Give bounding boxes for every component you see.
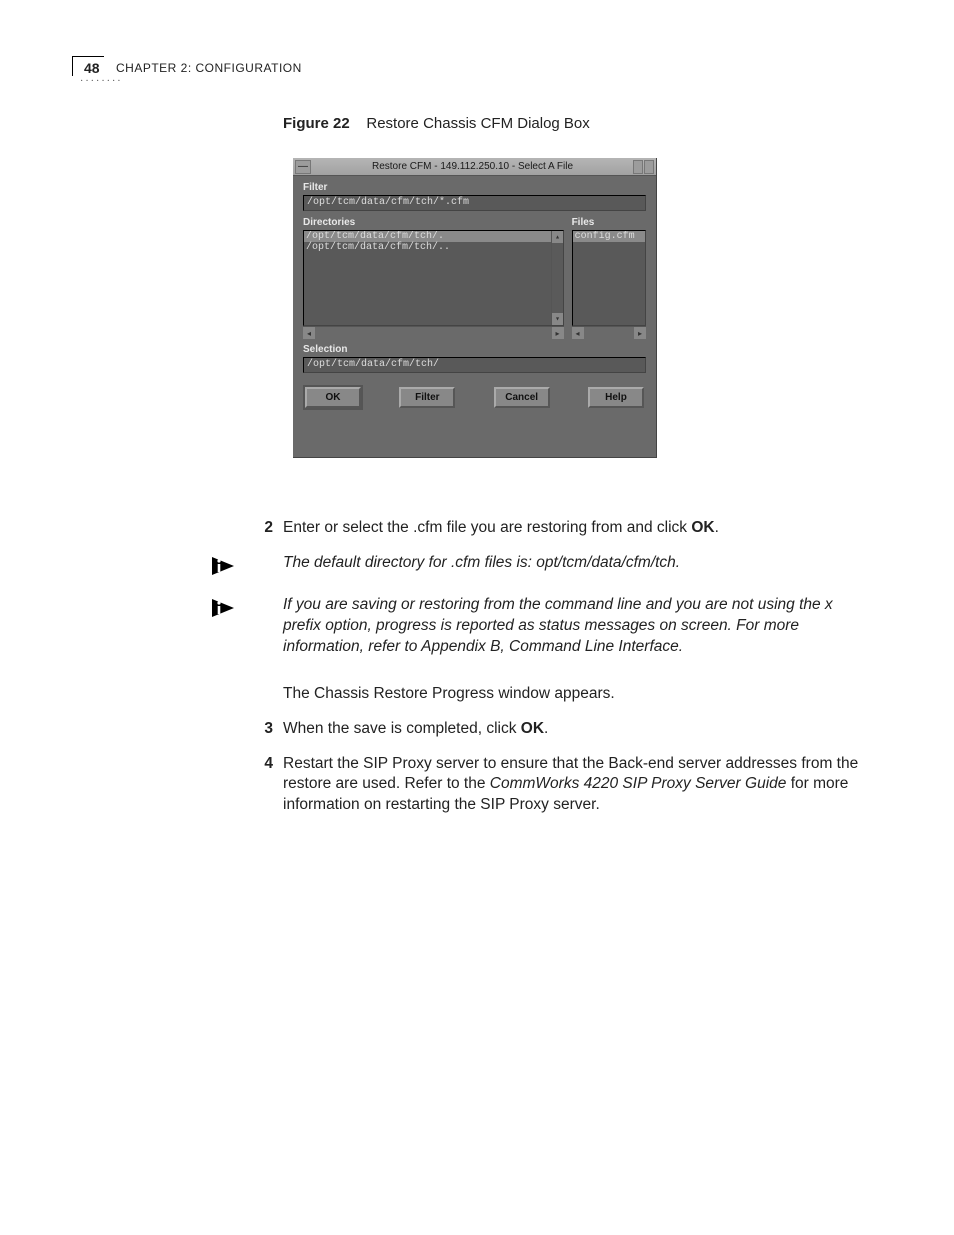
maximize-icon[interactable] (644, 160, 654, 174)
cancel-button[interactable]: Cancel (494, 387, 550, 408)
selection-label: Selection (303, 344, 656, 355)
note-text: The default directory for .cfm files is:… (283, 553, 866, 574)
filter-label: Filter (303, 182, 656, 193)
note-1: The default directory for .cfm files is:… (210, 553, 866, 577)
figure-caption-text: Restore Chassis CFM Dialog Box (366, 115, 589, 132)
list-item[interactable]: config.cfm (573, 231, 645, 242)
filter-button[interactable]: Filter (399, 387, 455, 408)
scroll-right-icon[interactable]: ▸ (634, 327, 646, 339)
step-number: 3 (210, 719, 283, 740)
info-icon (210, 555, 236, 577)
dialog-title: Restore CFM - 149.112.250.10 - Select A … (313, 161, 632, 172)
note-2: If you are saving or restoring from the … (210, 595, 866, 658)
ok-button[interactable]: OK (305, 387, 361, 408)
scroll-up-icon[interactable]: ▴ (552, 231, 564, 243)
scroll-left-icon[interactable]: ◂ (303, 327, 315, 339)
guide-title: CommWorks 4220 SIP Proxy Server Guide (490, 775, 787, 792)
body-content: 2 Enter or select the .cfm file you are … (210, 518, 866, 830)
step-text: Enter or select the .cfm file you are re… (283, 519, 691, 536)
selection-input[interactable]: /opt/tcm/data/cfm/tch/ (303, 357, 646, 373)
scrollbar-horizontal[interactable]: ◂ ▸ (572, 326, 646, 338)
help-button[interactable]: Help (588, 387, 644, 408)
list-item[interactable]: /opt/tcm/data/cfm/tch/. (304, 231, 563, 242)
header-dots: ········ (80, 76, 123, 87)
step-number: 4 (210, 754, 283, 817)
figure-caption: Figure 22 Restore Chassis CFM Dialog Box (283, 115, 590, 132)
directories-label: Directories (303, 217, 564, 228)
scroll-down-icon[interactable]: ▾ (552, 313, 564, 325)
scrollbar-vertical[interactable]: ▴ ▾ (551, 231, 563, 325)
ok-text: OK (691, 519, 714, 536)
filter-input[interactable]: /opt/tcm/data/cfm/tch/*.cfm (303, 195, 646, 211)
files-listbox[interactable]: config.cfm (572, 230, 646, 326)
note-text: If you are saving or restoring from the … (283, 595, 866, 658)
step-text: When the save is completed, click (283, 720, 521, 737)
ok-text: OK (521, 720, 544, 737)
step-number: 2 (210, 518, 283, 539)
progress-text: The Chassis Restore Progress window appe… (283, 684, 866, 705)
step-4: 4 Restart the SIP Proxy server to ensure… (210, 754, 866, 817)
info-icon (210, 597, 236, 619)
figure-label: Figure 22 (283, 115, 350, 132)
window-menu-icon[interactable]: — (295, 160, 311, 174)
dialog-titlebar[interactable]: — Restore CFM - 149.112.250.10 - Select … (293, 158, 656, 176)
page-number: 48 (84, 60, 100, 76)
step-3: 3 When the save is completed, click OK. (210, 719, 866, 740)
scroll-right-icon[interactable]: ▸ (552, 327, 564, 339)
files-label: Files (572, 217, 646, 228)
restore-cfm-dialog: — Restore CFM - 149.112.250.10 - Select … (293, 158, 657, 458)
chapter-label: CHAPTER 2: CONFIGURATION (116, 61, 302, 75)
scrollbar-horizontal[interactable]: ◂ ▸ (303, 326, 564, 338)
directories-listbox[interactable]: /opt/tcm/data/cfm/tch/. /opt/tcm/data/cf… (303, 230, 564, 326)
minimize-icon[interactable] (633, 160, 643, 174)
list-item[interactable]: /opt/tcm/data/cfm/tch/.. (304, 242, 563, 253)
scroll-left-icon[interactable]: ◂ (572, 327, 584, 339)
step-2: 2 Enter or select the .cfm file you are … (210, 518, 866, 539)
